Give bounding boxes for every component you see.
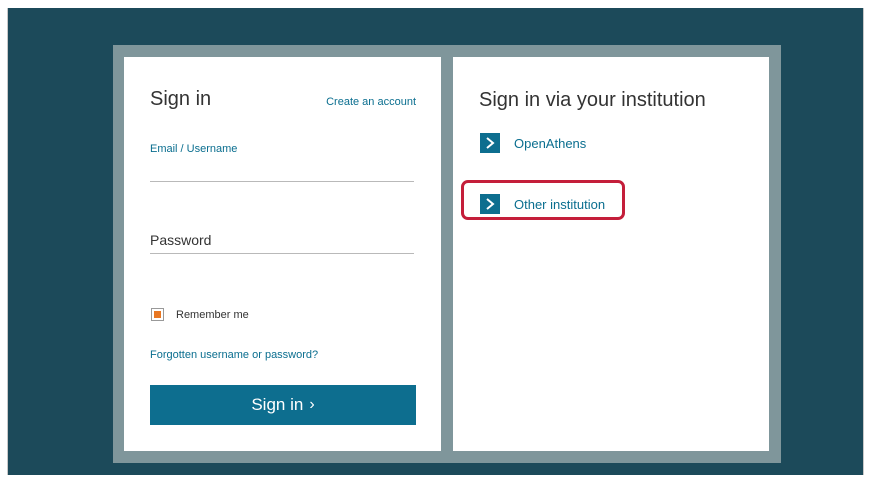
remember-me[interactable]: Remember me xyxy=(151,308,249,321)
remember-me-label: Remember me xyxy=(176,308,249,321)
signin-panel: Sign in Create an account Email / Userna… xyxy=(124,57,441,451)
institution-item-label: Other institution xyxy=(514,196,606,212)
institution-item-label: OpenAthens xyxy=(514,135,587,151)
chevron-right-icon xyxy=(480,194,500,214)
chevron-right-icon: › xyxy=(309,396,315,413)
remember-me-checkbox[interactable] xyxy=(151,308,164,321)
institution-item-other[interactable]: Other institution xyxy=(480,194,605,214)
create-account-link[interactable]: Create an account xyxy=(326,96,416,108)
signin-button[interactable]: Sign in › xyxy=(150,385,416,425)
email-label: Email / Username xyxy=(150,143,238,155)
chevron-right-icon xyxy=(480,133,500,153)
institution-panel: Sign in via your institution OpenAthens … xyxy=(453,57,769,451)
signin-title: Sign in xyxy=(150,88,212,110)
email-input[interactable] xyxy=(150,159,414,182)
institution-title: Sign in via your institution xyxy=(479,89,706,111)
signin-button-label: Sign in xyxy=(251,395,304,414)
institution-item-openathens[interactable]: OpenAthens xyxy=(480,133,586,153)
password-input[interactable] xyxy=(150,227,414,254)
forgot-password-link[interactable]: Forgotten username or password? xyxy=(150,349,318,361)
